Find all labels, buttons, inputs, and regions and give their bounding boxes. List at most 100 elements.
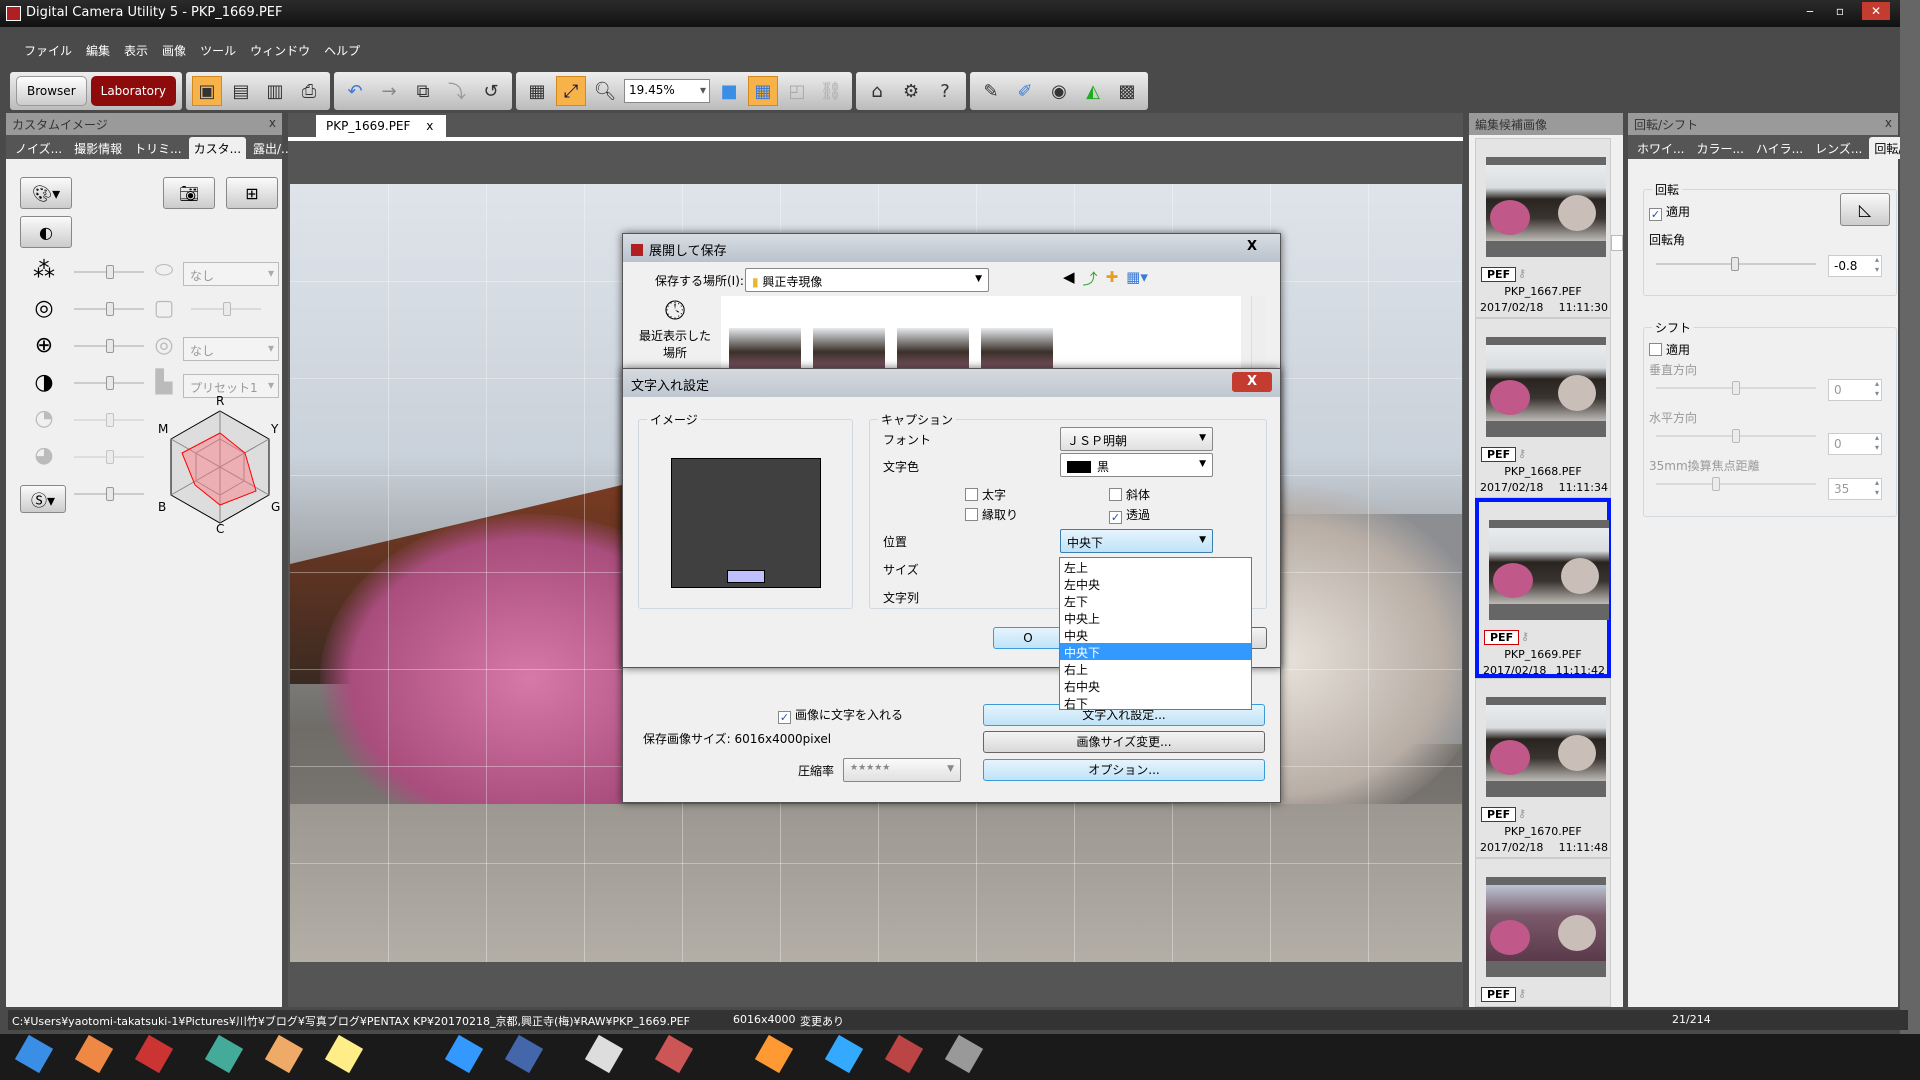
file-list-scrollbar[interactable]: [1251, 296, 1265, 376]
tab-noise[interactable]: ノイズ...: [10, 137, 67, 159]
taskbar-app-icon[interactable]: [74, 1034, 114, 1074]
taskbar-app-icon[interactable]: [884, 1034, 924, 1074]
position-option[interactable]: 右中央: [1060, 677, 1251, 694]
taskbar-app-icon[interactable]: [754, 1034, 794, 1074]
tone-adjust-icon[interactable]: ◐: [20, 216, 72, 248]
eye-icon[interactable]: ◉: [1044, 76, 1074, 106]
taskbar-app-icon[interactable]: [14, 1034, 54, 1074]
taskbar-app-icon[interactable]: [444, 1034, 484, 1074]
taskbar-app-icon[interactable]: [824, 1034, 864, 1074]
toning-select[interactable]: なし: [183, 337, 279, 361]
vignette-slider[interactable]: [191, 302, 261, 316]
menu-image[interactable]: 画像: [162, 42, 186, 59]
zoom-icon[interactable]: 🔍︎: [590, 76, 620, 106]
file-list[interactable]: [721, 296, 1241, 376]
shift-apply-checkbox[interactable]: 適用: [1649, 341, 1690, 358]
options-button[interactable]: オプション...: [983, 759, 1265, 781]
tab-white-balance[interactable]: ホワイ...: [1632, 137, 1689, 159]
laboratory-button[interactable]: Laboratory: [90, 76, 177, 106]
new-folder-icon[interactable]: ✚: [1106, 268, 1119, 289]
thumbnail-item[interactable]: PEF ⚷ PKP_1668.PEF 2017/02/18 11:11:34: [1475, 318, 1611, 498]
font-select[interactable]: ＪＳＰ明朝: [1060, 427, 1213, 451]
taskbar-app-icon[interactable]: [324, 1034, 364, 1074]
grid-overlay-icon[interactable]: ▦: [748, 76, 779, 106]
open-folder-icon[interactable]: ▤: [226, 76, 256, 106]
view-menu-icon[interactable]: ▦▾: [1126, 268, 1148, 289]
position-option[interactable]: 左下: [1060, 592, 1251, 609]
color-select[interactable]: 黒: [1060, 453, 1213, 477]
reset-params-icon[interactable]: ↺: [476, 76, 506, 106]
brightness-slider[interactable]: [74, 339, 144, 353]
vertical-shift-slider[interactable]: [1656, 381, 1816, 395]
up-folder-icon[interactable]: ⤴: [1083, 268, 1098, 289]
back-icon[interactable]: ◀: [1063, 268, 1075, 289]
position-option[interactable]: 中央: [1060, 626, 1251, 643]
menu-window[interactable]: ウィンドウ: [250, 42, 310, 59]
position-option[interactable]: 右上: [1060, 660, 1251, 677]
fullscreen-icon[interactable]: ■: [714, 76, 744, 106]
custom-image-select-icon[interactable]: 🎨︎▾: [20, 177, 72, 209]
bold-checkbox[interactable]: 太字: [965, 486, 1006, 503]
add-preset-icon[interactable]: ⊞: [226, 177, 278, 209]
layout-grid-icon[interactable]: ▦: [522, 76, 552, 106]
taskbar-app-icon[interactable]: [504, 1034, 544, 1074]
filter-effect-select[interactable]: なし: [183, 262, 279, 286]
embed-text-checkbox[interactable]: ✓ 画像に文字を入れる: [778, 706, 903, 724]
browser-button[interactable]: Browser: [16, 76, 87, 106]
doc-tab-pkp-1669[interactable]: PKP_1669.PEF x: [316, 115, 446, 137]
redo-icon[interactable]: →: [374, 76, 404, 106]
taskbar-app-icon[interactable]: [654, 1034, 694, 1074]
close-tab-icon[interactable]: x: [426, 119, 433, 133]
maximize-button[interactable]: ▫: [1826, 2, 1854, 20]
horizontal-shift-slider[interactable]: [1656, 429, 1816, 443]
taskbar-app-icon[interactable]: [134, 1034, 174, 1074]
thumbnail-item-selected[interactable]: PEF ⚷ PKP_1669.PEF 2017/02/18 11:11:42: [1475, 498, 1611, 678]
thumbs-scrollbar[interactable]: [1611, 135, 1623, 1007]
position-option[interactable]: 右下: [1060, 694, 1251, 711]
compression-select[interactable]: ★★★★★: [843, 758, 961, 782]
rotation-apply-checkbox[interactable]: ✓ 適用: [1649, 203, 1690, 221]
saturation-slider[interactable]: [74, 265, 144, 279]
hue-slider[interactable]: [74, 302, 144, 316]
help-icon[interactable]: ?: [930, 76, 960, 106]
contrast-slider[interactable]: [74, 376, 144, 390]
sharpness-slider[interactable]: [74, 487, 144, 501]
scrollbar-thumb[interactable]: [1611, 235, 1623, 251]
tab-highlight[interactable]: ハイラ...: [1751, 137, 1808, 159]
tab-color[interactable]: カラー...: [1691, 137, 1748, 159]
position-option[interactable]: 左上: [1060, 558, 1251, 575]
thumbnail-item[interactable]: PEF ⚷ PKP_1667.PEF 2017/02/18 11:11:30: [1475, 138, 1611, 318]
taskbar-app-icon[interactable]: [944, 1034, 984, 1074]
close-panel-icon[interactable]: x: [1885, 116, 1892, 130]
tab-custom[interactable]: カスタ...: [188, 137, 247, 159]
menu-tools[interactable]: ツール: [200, 42, 236, 59]
taskbar-app-icon[interactable]: [584, 1034, 624, 1074]
close-panel-icon[interactable]: x: [269, 116, 276, 130]
vertical-shift-input[interactable]: 0: [1828, 379, 1882, 401]
menu-file[interactable]: ファイル: [24, 42, 72, 59]
menu-view[interactable]: 表示: [124, 42, 148, 59]
italic-checkbox[interactable]: 斜体: [1109, 486, 1150, 503]
undo-icon[interactable]: ↶: [340, 76, 370, 106]
save-expand-icon[interactable]: ▣: [192, 76, 223, 106]
capture-settings-icon[interactable]: 📷︎: [163, 177, 215, 209]
highlight-warning-icon[interactable]: ◰: [782, 76, 812, 106]
position-option[interactable]: 左中央: [1060, 575, 1251, 592]
fit-screen-icon[interactable]: ⤢: [556, 76, 587, 106]
recent-places[interactable]: 🕓︎ 最近表示した場所: [635, 296, 715, 376]
pixel-grid-icon[interactable]: ▩: [1112, 76, 1142, 106]
tab-trimming[interactable]: トリミ...: [129, 137, 186, 159]
menu-edit[interactable]: 編集: [86, 42, 110, 59]
taskbar-app-icon[interactable]: [264, 1034, 304, 1074]
highlight-slider[interactable]: [74, 413, 144, 427]
position-select[interactable]: 中央下: [1060, 529, 1213, 553]
color-space-icon[interactable]: ◭: [1078, 76, 1108, 106]
angle-measure-icon[interactable]: ◺: [1840, 193, 1890, 226]
tab-shooting-info[interactable]: 撮影情報: [69, 137, 127, 159]
horizontal-shift-input[interactable]: 0: [1828, 433, 1882, 455]
tab-lens[interactable]: レンズ...: [1810, 137, 1867, 159]
batch-save-icon[interactable]: ▥: [260, 76, 290, 106]
position-dropdown-list[interactable]: 左上 左中央 左下 中央上 中央 中央下 右上 右中央 右下: [1059, 557, 1252, 711]
sharpness-select-icon[interactable]: Ⓢ▾: [20, 485, 66, 513]
color-radar-chart[interactable]: R Y G C B M: [158, 393, 282, 533]
